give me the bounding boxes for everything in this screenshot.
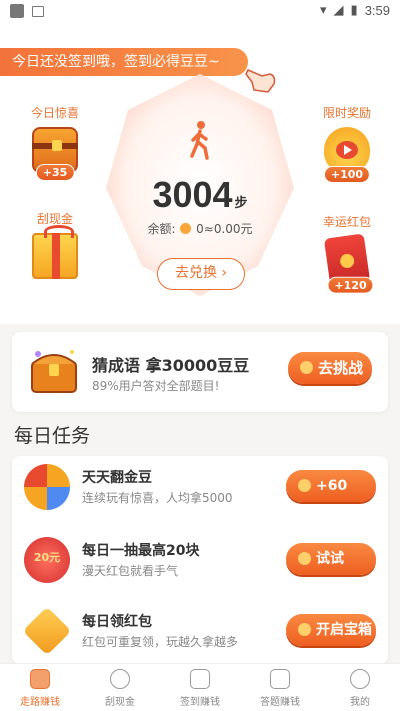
flip-beans-icon: [24, 464, 70, 510]
wifi-icon: ▾: [320, 3, 327, 18]
nav-label: 走路赚钱: [20, 697, 60, 708]
chevron-right-icon: ›: [221, 265, 228, 281]
reward-label: 限时奖励: [322, 106, 371, 120]
task-subtitle: 漫天红包就看手气: [82, 564, 179, 578]
reward-scratch-cash[interactable]: 刮现金: [20, 210, 90, 279]
scratch-icon: [110, 669, 130, 689]
coin-icon: [300, 361, 313, 374]
task-button-label: 开启宝箱: [316, 622, 372, 638]
nav-sign-in[interactable]: 签到赚钱: [160, 664, 240, 711]
task-daily-envelope[interactable]: 每日领红包 红包可重复领，玩越久拿越多 开启宝箱: [12, 600, 388, 660]
step-unit: 步: [234, 195, 248, 210]
reward-badge: +120: [327, 276, 374, 294]
daily-task-list: 天天翻金豆 连续玩有惊喜，人均拿5000 +60 20元 每日一抽最高20块 漫…: [12, 456, 388, 664]
task-daily-draw[interactable]: 20元 每日一抽最高20块 漫天红包就看手气 试试: [12, 529, 388, 589]
task-title: 每日领红包: [82, 614, 152, 630]
bottom-nav: 走路赚钱 刮现金 签到赚钱 答题赚钱 我的: [0, 663, 400, 711]
gift-icon: [22, 606, 72, 656]
nav-walk-earn[interactable]: 走路赚钱: [0, 664, 80, 711]
nav-label: 我的: [350, 697, 370, 708]
book-icon: [270, 669, 290, 689]
image-notification-icon: [32, 5, 44, 17]
signal-icon: ◢: [333, 3, 344, 18]
coin-icon: [298, 552, 311, 565]
reward-badge: +35: [35, 164, 75, 181]
user-icon: [350, 669, 370, 689]
red-envelope-icon: +120: [323, 233, 374, 294]
nav-label: 签到赚钱: [180, 697, 220, 708]
reward-limited-time[interactable]: 限时奖励 +100: [312, 104, 382, 183]
idiom-card[interactable]: 猜成语 拿30000豆豆 89%用户答对全部题目! 去挑战: [12, 332, 388, 412]
open-chest-button[interactable]: 开启宝箱: [286, 614, 376, 646]
status-time: 3:59: [364, 3, 390, 18]
try-button[interactable]: 试试: [286, 543, 376, 575]
idiom-title: 猜成语 拿30000豆豆: [92, 356, 250, 375]
status-bar: ▾ ◢ ▮ 3:59: [0, 0, 400, 24]
task-reward-button[interactable]: +60: [286, 470, 376, 502]
task-button-label: +60: [316, 478, 348, 494]
coin-icon: [298, 479, 311, 492]
nav-label: 刮现金: [105, 697, 135, 708]
challenge-button[interactable]: 去挑战: [288, 352, 372, 384]
nav-label: 答题赚钱: [260, 697, 300, 708]
task-subtitle: 连续玩有惊喜，人均拿5000: [82, 491, 233, 505]
task-title: 天天翻金豆: [82, 470, 152, 486]
nav-profile[interactable]: 我的: [320, 664, 400, 711]
gift-box-icon: [32, 225, 78, 279]
gift-icon: [190, 669, 210, 689]
treasure-chest-icon: [31, 350, 77, 393]
nav-quiz[interactable]: 答题赚钱: [240, 664, 320, 711]
balance-label: 余额:: [147, 222, 176, 236]
draw-icon-text: 20元: [33, 551, 61, 564]
task-button-label: 试试: [316, 551, 344, 567]
task-flip-beans[interactable]: 天天翻金豆 连续玩有惊喜，人均拿5000 +60: [12, 456, 388, 516]
step-count-value: 3004: [152, 174, 233, 215]
exchange-label: 去兑换: [174, 265, 217, 281]
treasure-chest-icon: +35: [32, 127, 78, 181]
challenge-label: 去挑战: [318, 359, 364, 377]
step-count: 3004 步: [100, 174, 300, 216]
reward-label: 幸运红包: [322, 215, 371, 229]
reward-badge: +100: [323, 166, 371, 183]
exchange-button[interactable]: 去兑换 ›: [157, 258, 245, 290]
shoe-icon: [30, 669, 50, 689]
coin-icon: [180, 223, 192, 234]
balance-value: 0≈0.00元: [196, 222, 253, 236]
balance-row: 余额: 0≈0.00元: [100, 220, 300, 237]
coin-icon: [298, 623, 311, 636]
daily-tasks-title: 每日任务: [14, 425, 91, 447]
step-counter: 3004 步 余额: 0≈0.00元 去兑换 ›: [100, 70, 300, 300]
coin-pouch-icon: +100: [323, 127, 371, 183]
app-notification-icon: [10, 4, 24, 18]
nav-scratch-cash[interactable]: 刮现金: [80, 664, 160, 711]
idiom-subtitle: 89%用户答对全部题目!: [92, 379, 220, 393]
task-title: 每日一抽最高20块: [82, 543, 200, 559]
reward-label: 今日惊喜: [30, 106, 79, 120]
task-subtitle: 红包可重复领，玩越久拿越多: [82, 635, 239, 649]
reward-lucky-envelope[interactable]: 幸运红包 +120: [312, 213, 382, 294]
reward-today-surprise[interactable]: 今日惊喜 +35: [20, 104, 90, 181]
battery-icon: ▮: [350, 3, 358, 18]
red-envelope-icon: 20元: [24, 537, 70, 583]
walking-person-icon: [190, 121, 209, 160]
